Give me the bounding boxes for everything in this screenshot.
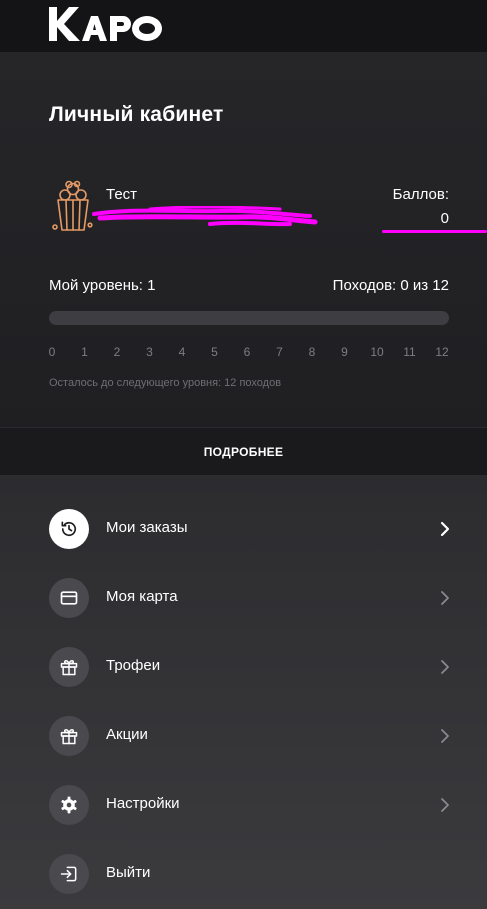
menu-item-card[interactable]: Моя карта <box>0 568 487 628</box>
progress-tick-label: 10 <box>370 345 384 359</box>
progress-tick-label: 1 <box>81 345 88 359</box>
credit-card-icon <box>49 578 89 618</box>
progress-tick-label: 11 <box>403 345 416 359</box>
logout-icon <box>49 854 89 894</box>
menu-item-label: Акции <box>106 726 148 743</box>
menu-item-label: Выйти <box>106 864 151 881</box>
gift-icon <box>49 716 89 756</box>
progress-tick-label: 5 <box>211 345 218 359</box>
chevron-right-icon <box>438 590 452 606</box>
points-value: 0 <box>440 210 449 227</box>
progress-tick-label: 8 <box>308 345 316 359</box>
menu-item-settings[interactable]: Настройки <box>0 775 487 835</box>
progress-tick-label: 12 <box>435 345 449 359</box>
progress-tick-label: 9 <box>341 345 348 359</box>
progress-tick-label: 3 <box>146 345 153 359</box>
redaction-scribble <box>90 205 320 241</box>
menu-item-label: Моя карта <box>106 588 178 605</box>
gift-icon <box>49 647 89 687</box>
visits-text: Походов: 0 из 12 <box>332 277 449 294</box>
level-progress-bar <box>49 311 449 325</box>
progress-tick-label: 0 <box>48 345 56 359</box>
remaining-text: Осталось до следующего уровня: 12 походо… <box>49 377 282 389</box>
level-text: Мой уровень: 1 <box>49 277 156 294</box>
points-underline <box>382 230 487 233</box>
progress-tick-label: 2 <box>113 345 121 359</box>
menu-item-trophies[interactable]: Трофеи <box>0 637 487 697</box>
chevron-right-icon <box>438 728 452 744</box>
progress-ticks: 0 1 2 3 4 5 6 7 8 9 10 11 12 <box>49 345 449 359</box>
progress-tick-label: 6 <box>243 345 251 359</box>
history-icon <box>49 509 89 549</box>
gear-icon <box>49 785 89 825</box>
more-details-button[interactable]: ПОДРОБНЕЕ <box>0 427 487 475</box>
menu-item-logout[interactable]: Выйти <box>0 844 487 904</box>
progress-tick-label: 4 <box>178 345 186 359</box>
menu-item-label: Мои заказы <box>106 519 188 536</box>
menu-item-promotions[interactable]: Акции <box>0 706 487 766</box>
chevron-right-icon <box>438 659 452 675</box>
user-name: Тест <box>106 186 138 203</box>
points-label: Баллов: <box>392 186 449 203</box>
menu-item-label: Настройки <box>106 795 180 812</box>
menu-item-label: Трофеи <box>106 657 161 674</box>
progress-tick-label: 7 <box>276 345 283 359</box>
menu-item-orders[interactable]: Мои заказы <box>0 499 487 559</box>
chevron-right-icon <box>438 521 452 537</box>
brand-logo[interactable] <box>48 6 164 47</box>
page-title: Личный кабинет <box>49 103 224 126</box>
header-bar <box>0 0 487 52</box>
chevron-right-icon <box>438 797 452 813</box>
